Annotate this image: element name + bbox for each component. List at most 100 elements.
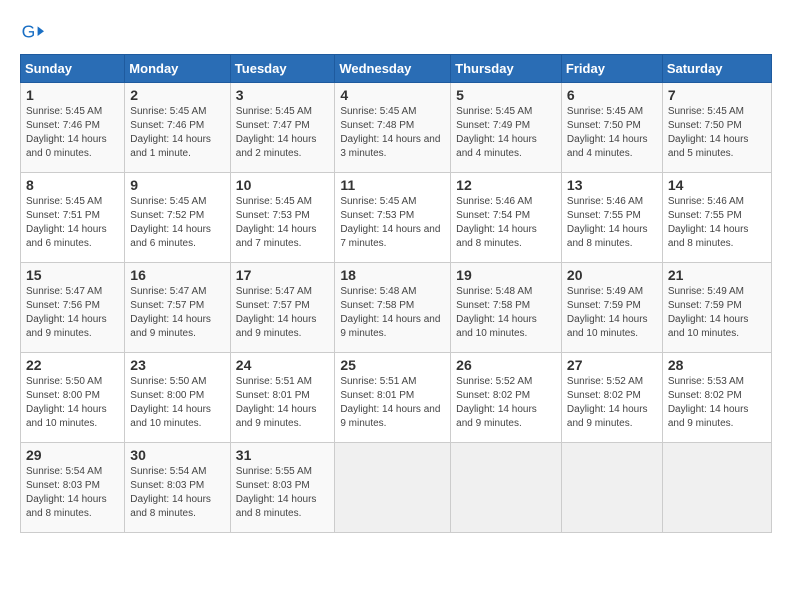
day-detail: Sunrise: 5:46 AMSunset: 7:54 PMDaylight:…	[456, 196, 537, 249]
day-number: 2	[130, 87, 225, 103]
day-detail: Sunrise: 5:45 AMSunset: 7:53 PMDaylight:…	[236, 196, 317, 249]
day-detail: Sunrise: 5:51 AMSunset: 8:01 PMDaylight:…	[340, 376, 440, 429]
day-number: 7	[668, 87, 766, 103]
day-detail: Sunrise: 5:47 AMSunset: 7:57 PMDaylight:…	[130, 286, 211, 339]
day-detail: Sunrise: 5:48 AMSunset: 7:58 PMDaylight:…	[340, 286, 440, 339]
day-detail: Sunrise: 5:45 AMSunset: 7:48 PMDaylight:…	[340, 106, 440, 159]
calendar-cell: 23 Sunrise: 5:50 AMSunset: 8:00 PMDaylig…	[125, 353, 231, 443]
calendar-cell: 7 Sunrise: 5:45 AMSunset: 7:50 PMDayligh…	[662, 83, 771, 173]
calendar-cell: 18 Sunrise: 5:48 AMSunset: 7:58 PMDaylig…	[335, 263, 451, 353]
calendar-cell	[662, 443, 771, 533]
day-number: 20	[567, 267, 657, 283]
day-detail: Sunrise: 5:45 AMSunset: 7:47 PMDaylight:…	[236, 106, 317, 159]
calendar-week-row: 1 Sunrise: 5:45 AMSunset: 7:46 PMDayligh…	[21, 83, 772, 173]
svg-text:G: G	[22, 22, 36, 42]
day-number: 13	[567, 177, 657, 193]
day-detail: Sunrise: 5:50 AMSunset: 8:00 PMDaylight:…	[26, 376, 107, 429]
day-detail: Sunrise: 5:45 AMSunset: 7:50 PMDaylight:…	[567, 106, 648, 159]
day-of-week-header: Monday	[125, 55, 231, 83]
calendar-cell: 27 Sunrise: 5:52 AMSunset: 8:02 PMDaylig…	[561, 353, 662, 443]
calendar-cell	[561, 443, 662, 533]
calendar-table: SundayMondayTuesdayWednesdayThursdayFrid…	[20, 54, 772, 533]
day-number: 8	[26, 177, 119, 193]
day-detail: Sunrise: 5:48 AMSunset: 7:58 PMDaylight:…	[456, 286, 537, 339]
day-of-week-header: Sunday	[21, 55, 125, 83]
calendar-cell: 8 Sunrise: 5:45 AMSunset: 7:51 PMDayligh…	[21, 173, 125, 263]
logo-icon: G	[20, 20, 44, 44]
day-detail: Sunrise: 5:49 AMSunset: 7:59 PMDaylight:…	[567, 286, 648, 339]
day-detail: Sunrise: 5:47 AMSunset: 7:56 PMDaylight:…	[26, 286, 107, 339]
calendar-cell: 16 Sunrise: 5:47 AMSunset: 7:57 PMDaylig…	[125, 263, 231, 353]
day-detail: Sunrise: 5:52 AMSunset: 8:02 PMDaylight:…	[456, 376, 537, 429]
calendar-cell: 14 Sunrise: 5:46 AMSunset: 7:55 PMDaylig…	[662, 173, 771, 263]
calendar-cell: 3 Sunrise: 5:45 AMSunset: 7:47 PMDayligh…	[230, 83, 335, 173]
day-number: 31	[236, 447, 330, 463]
day-number: 12	[456, 177, 556, 193]
calendar-week-row: 15 Sunrise: 5:47 AMSunset: 7:56 PMDaylig…	[21, 263, 772, 353]
calendar-cell: 15 Sunrise: 5:47 AMSunset: 7:56 PMDaylig…	[21, 263, 125, 353]
calendar-cell: 5 Sunrise: 5:45 AMSunset: 7:49 PMDayligh…	[451, 83, 562, 173]
day-number: 30	[130, 447, 225, 463]
calendar-cell: 13 Sunrise: 5:46 AMSunset: 7:55 PMDaylig…	[561, 173, 662, 263]
calendar-cell: 20 Sunrise: 5:49 AMSunset: 7:59 PMDaylig…	[561, 263, 662, 353]
day-number: 22	[26, 357, 119, 373]
day-number: 1	[26, 87, 119, 103]
day-number: 29	[26, 447, 119, 463]
logo: G	[20, 20, 48, 44]
calendar-cell: 25 Sunrise: 5:51 AMSunset: 8:01 PMDaylig…	[335, 353, 451, 443]
calendar-body: 1 Sunrise: 5:45 AMSunset: 7:46 PMDayligh…	[21, 83, 772, 533]
calendar-cell: 29 Sunrise: 5:54 AMSunset: 8:03 PMDaylig…	[21, 443, 125, 533]
calendar-cell: 12 Sunrise: 5:46 AMSunset: 7:54 PMDaylig…	[451, 173, 562, 263]
calendar-cell: 19 Sunrise: 5:48 AMSunset: 7:58 PMDaylig…	[451, 263, 562, 353]
calendar-cell: 6 Sunrise: 5:45 AMSunset: 7:50 PMDayligh…	[561, 83, 662, 173]
day-detail: Sunrise: 5:45 AMSunset: 7:52 PMDaylight:…	[130, 196, 211, 249]
calendar-week-row: 29 Sunrise: 5:54 AMSunset: 8:03 PMDaylig…	[21, 443, 772, 533]
day-of-week-header: Wednesday	[335, 55, 451, 83]
calendar-header-row: SundayMondayTuesdayWednesdayThursdayFrid…	[21, 55, 772, 83]
day-number: 14	[668, 177, 766, 193]
day-number: 17	[236, 267, 330, 283]
day-number: 23	[130, 357, 225, 373]
day-number: 26	[456, 357, 556, 373]
calendar-cell: 22 Sunrise: 5:50 AMSunset: 8:00 PMDaylig…	[21, 353, 125, 443]
day-detail: Sunrise: 5:46 AMSunset: 7:55 PMDaylight:…	[668, 196, 749, 249]
day-of-week-header: Thursday	[451, 55, 562, 83]
day-number: 18	[340, 267, 445, 283]
day-of-week-header: Saturday	[662, 55, 771, 83]
calendar-cell: 11 Sunrise: 5:45 AMSunset: 7:53 PMDaylig…	[335, 173, 451, 263]
calendar-cell: 28 Sunrise: 5:53 AMSunset: 8:02 PMDaylig…	[662, 353, 771, 443]
calendar-cell: 26 Sunrise: 5:52 AMSunset: 8:02 PMDaylig…	[451, 353, 562, 443]
day-detail: Sunrise: 5:51 AMSunset: 8:01 PMDaylight:…	[236, 376, 317, 429]
day-detail: Sunrise: 5:47 AMSunset: 7:57 PMDaylight:…	[236, 286, 317, 339]
day-number: 27	[567, 357, 657, 373]
calendar-cell: 31 Sunrise: 5:55 AMSunset: 8:03 PMDaylig…	[230, 443, 335, 533]
calendar-cell	[451, 443, 562, 533]
day-number: 9	[130, 177, 225, 193]
day-number: 15	[26, 267, 119, 283]
day-number: 4	[340, 87, 445, 103]
day-number: 21	[668, 267, 766, 283]
day-detail: Sunrise: 5:45 AMSunset: 7:46 PMDaylight:…	[26, 106, 107, 159]
day-number: 24	[236, 357, 330, 373]
calendar-cell: 1 Sunrise: 5:45 AMSunset: 7:46 PMDayligh…	[21, 83, 125, 173]
day-detail: Sunrise: 5:54 AMSunset: 8:03 PMDaylight:…	[130, 466, 211, 519]
calendar-week-row: 22 Sunrise: 5:50 AMSunset: 8:00 PMDaylig…	[21, 353, 772, 443]
day-number: 16	[130, 267, 225, 283]
calendar-cell	[335, 443, 451, 533]
day-number: 19	[456, 267, 556, 283]
calendar-cell: 4 Sunrise: 5:45 AMSunset: 7:48 PMDayligh…	[335, 83, 451, 173]
day-of-week-header: Friday	[561, 55, 662, 83]
day-number: 6	[567, 87, 657, 103]
calendar-cell: 30 Sunrise: 5:54 AMSunset: 8:03 PMDaylig…	[125, 443, 231, 533]
calendar-cell: 24 Sunrise: 5:51 AMSunset: 8:01 PMDaylig…	[230, 353, 335, 443]
calendar-cell: 17 Sunrise: 5:47 AMSunset: 7:57 PMDaylig…	[230, 263, 335, 353]
calendar-cell: 10 Sunrise: 5:45 AMSunset: 7:53 PMDaylig…	[230, 173, 335, 263]
day-detail: Sunrise: 5:45 AMSunset: 7:53 PMDaylight:…	[340, 196, 440, 249]
day-detail: Sunrise: 5:46 AMSunset: 7:55 PMDaylight:…	[567, 196, 648, 249]
day-number: 5	[456, 87, 556, 103]
day-number: 11	[340, 177, 445, 193]
day-detail: Sunrise: 5:54 AMSunset: 8:03 PMDaylight:…	[26, 466, 107, 519]
calendar-week-row: 8 Sunrise: 5:45 AMSunset: 7:51 PMDayligh…	[21, 173, 772, 263]
day-detail: Sunrise: 5:45 AMSunset: 7:49 PMDaylight:…	[456, 106, 537, 159]
calendar-cell: 21 Sunrise: 5:49 AMSunset: 7:59 PMDaylig…	[662, 263, 771, 353]
